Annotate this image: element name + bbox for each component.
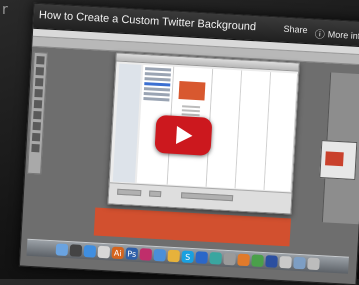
- app-icon-blue[interactable]: [195, 251, 208, 264]
- trash-icon[interactable]: [307, 257, 320, 271]
- skype-icon[interactable]: S: [181, 250, 195, 264]
- background-glyph: r: [2, 2, 8, 18]
- share-button[interactable]: Share: [283, 24, 308, 35]
- preview-image: [178, 81, 206, 101]
- app-icon-darkblue[interactable]: [265, 255, 278, 268]
- dock: Ai Ps S: [26, 238, 349, 274]
- chrome-icon[interactable]: [251, 254, 264, 268]
- safari-icon[interactable]: [83, 244, 97, 258]
- mail-icon[interactable]: [97, 245, 111, 259]
- more-info-label: More info: [327, 28, 359, 41]
- itunes-icon[interactable]: [153, 248, 167, 262]
- video-thumbnail[interactable]: Ai Ps S How to Create a Custom Twitter Bac…: [18, 2, 359, 285]
- desktop-screenshot: Ai Ps S: [19, 27, 359, 285]
- photos-icon[interactable]: [167, 249, 181, 263]
- layers-panel: [319, 140, 358, 181]
- play-icon: [175, 125, 193, 145]
- app-icon-gray[interactable]: [223, 252, 236, 266]
- app-icon-teal[interactable]: [209, 252, 222, 265]
- firefox-icon[interactable]: [237, 253, 250, 267]
- play-button[interactable]: [154, 114, 213, 156]
- dashboard-icon[interactable]: [69, 244, 83, 257]
- preview-icon[interactable]: [293, 256, 306, 270]
- photoshop-icon[interactable]: Ps: [125, 247, 139, 260]
- indesign-icon[interactable]: [139, 248, 153, 261]
- video-title[interactable]: How to Create a Custom Twitter Backgroun…: [39, 9, 257, 33]
- more-info-button[interactable]: ⓘ More info: [314, 26, 359, 44]
- document-canvas: [93, 207, 291, 247]
- finder-icon[interactable]: [55, 243, 69, 257]
- dialog-column: [264, 72, 299, 192]
- tools-panel: [27, 51, 48, 175]
- illustrator-icon[interactable]: Ai: [111, 246, 125, 260]
- app-icon-light[interactable]: [279, 255, 292, 269]
- info-icon: ⓘ: [314, 29, 326, 42]
